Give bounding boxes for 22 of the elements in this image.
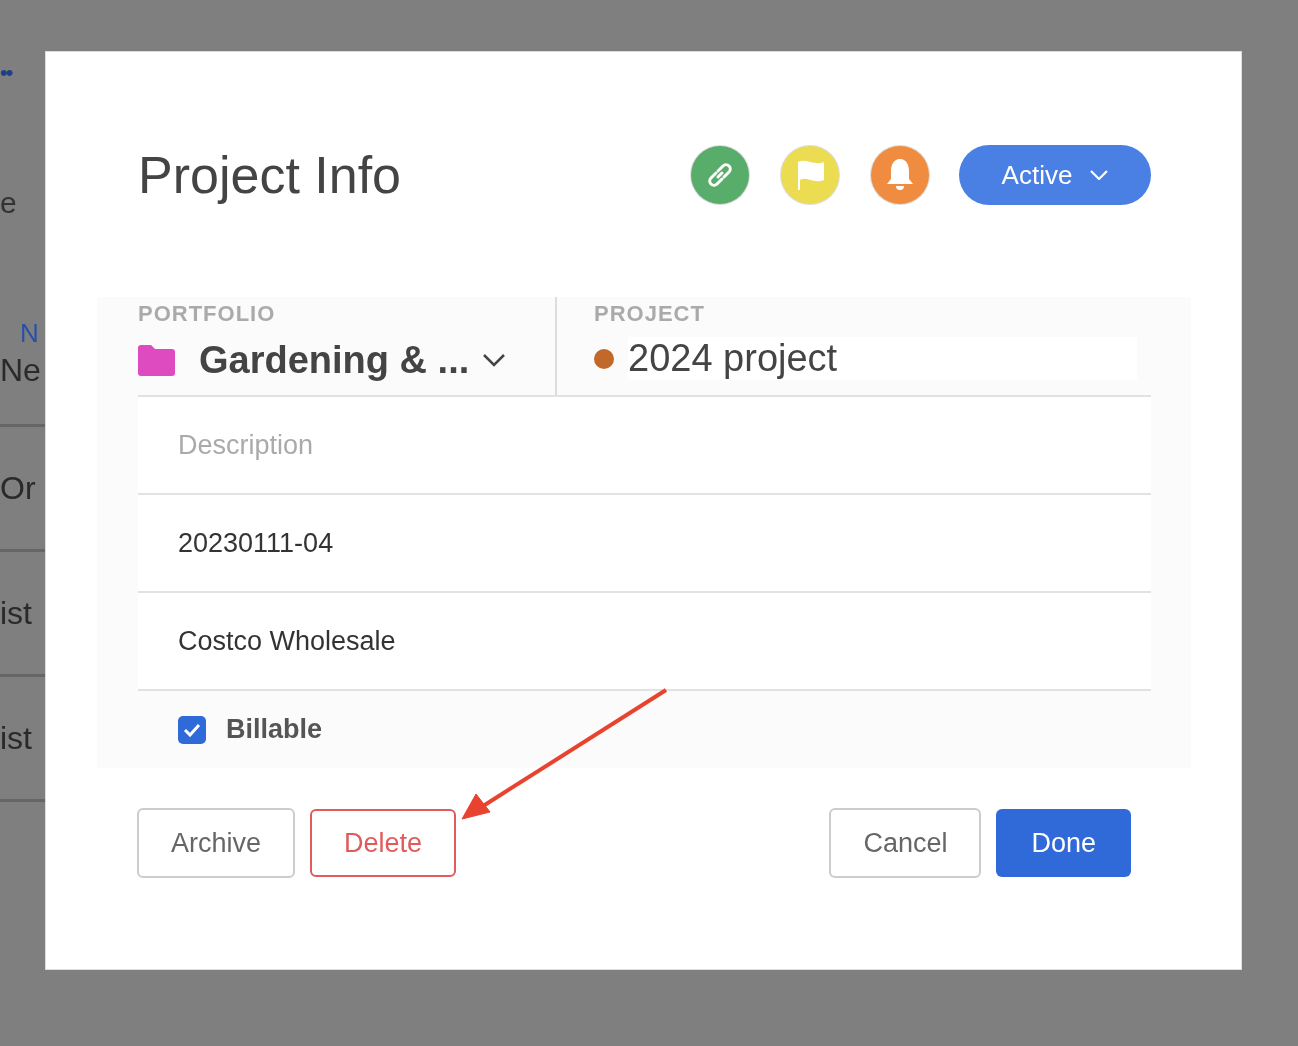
- billable-label: Billable: [226, 714, 323, 745]
- project-label: PROJECT: [594, 301, 706, 327]
- primary-button[interactable]: Done: [996, 809, 1131, 877]
- chevron-down-icon: [1090, 170, 1109, 180]
- bell-icon: [884, 157, 916, 193]
- link-action-button[interactable]: [691, 146, 749, 204]
- billable-checkbox[interactable]: [178, 715, 206, 744]
- flag-action-button[interactable]: [781, 146, 839, 204]
- secondary-button[interactable]: Archive: [137, 808, 296, 878]
- danger-button[interactable]: Delete: [310, 809, 457, 877]
- chevron-down-icon[interactable]: [483, 354, 506, 367]
- portfolio-label: PORTFOLIO: [138, 301, 277, 327]
- secondary-button[interactable]: Cancel: [829, 808, 982, 878]
- more-dots[interactable]: ••: [0, 60, 12, 90]
- check-icon: [183, 722, 201, 737]
- project-value[interactable]: 2024 project: [628, 337, 1138, 380]
- bell-action-button[interactable]: [871, 146, 929, 204]
- dialog-title: Project Info: [138, 145, 403, 205]
- portfolio-value[interactable]: Gardening & ...: [199, 339, 470, 382]
- page-text: e: [0, 186, 17, 221]
- input-field[interactable]: Costco Wholesale: [138, 593, 1151, 691]
- status-dropdown[interactable]: Active: [959, 145, 1151, 205]
